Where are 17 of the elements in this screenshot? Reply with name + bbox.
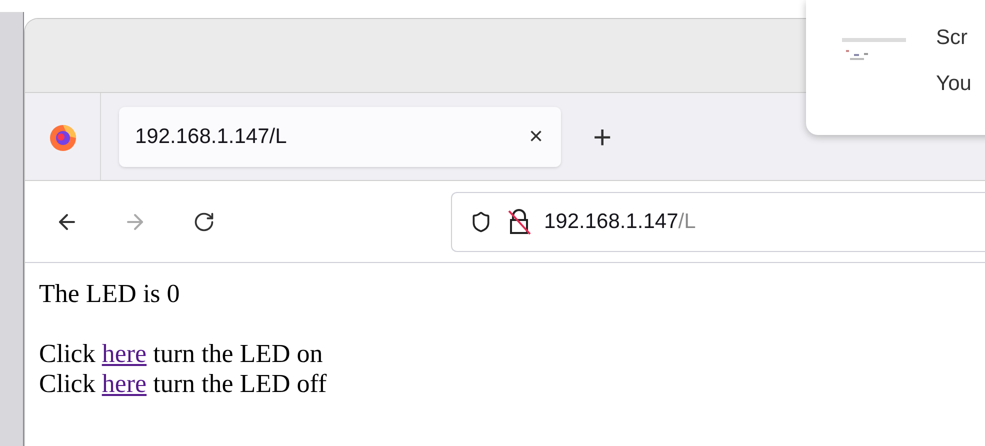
instruction-text: Click here turn the LED on <box>39 339 323 369</box>
shield-icon[interactable] <box>470 210 492 232</box>
address-field[interactable]: 192.168.1.147/L <box>451 192 985 252</box>
here-link[interactable]: here <box>102 369 147 398</box>
url-path: /L <box>678 208 696 235</box>
insecure-lock-icon[interactable] <box>506 208 532 236</box>
here-link[interactable]: here <box>102 339 147 368</box>
notification-body: You <box>936 70 972 96</box>
new-tab-button[interactable]: + <box>589 112 616 160</box>
close-tab-button[interactable]: × <box>524 118 547 154</box>
led-status-text: The LED is 0 <box>39 279 180 309</box>
reload-icon[interactable] <box>193 210 215 232</box>
url-host: 192.168.1.147 <box>544 208 678 235</box>
notification-title: Scr <box>936 25 968 51</box>
browser-tab[interactable]: 192.168.1.147/L × <box>119 106 561 166</box>
instruction-text: Click here turn the LED off <box>39 369 327 399</box>
tab-title: 192.168.1.147/L <box>135 124 288 150</box>
